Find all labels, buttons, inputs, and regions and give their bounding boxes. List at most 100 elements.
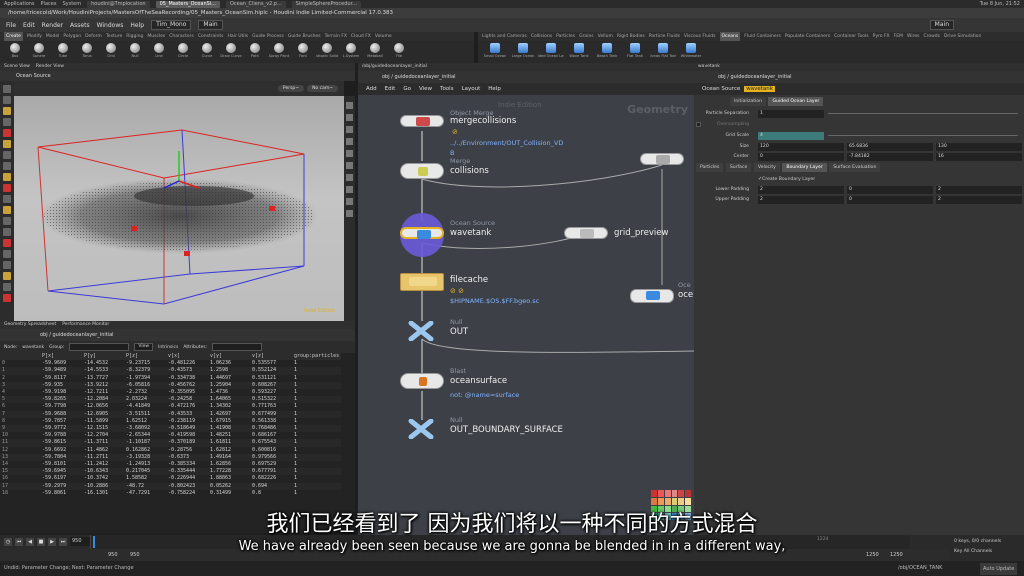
table-row[interactable]: 1 -59.9489 -14.5533 -8.32379 -0.43573 1.2598 0… bbox=[0, 367, 342, 375]
tab-guided-ocean-layer[interactable]: Guided Ocean Layer bbox=[768, 97, 824, 106]
tab-geometry-spreadsheet[interactable]: Geometry Spreadsheet bbox=[4, 321, 56, 329]
size-z-field[interactable]: 130 bbox=[936, 142, 1022, 151]
network-menu-layout[interactable]: Layout bbox=[462, 86, 481, 92]
shelf-tool[interactable]: Grid bbox=[100, 43, 122, 61]
node-name-field[interactable]: wavetank bbox=[744, 86, 775, 92]
tab-initialization[interactable]: Initialization bbox=[730, 97, 767, 106]
shelf-tool[interactable]: Spray Paint bbox=[268, 43, 290, 61]
table-row[interactable]: 11 -59.8615 -11.3711 -1.10187 -0.370189 1.618… bbox=[0, 439, 342, 447]
palette-swatch[interactable] bbox=[678, 490, 685, 497]
shelf-tool[interactable]: Whitewater bbox=[678, 43, 704, 61]
right-desktop-combo[interactable]: Main bbox=[929, 20, 954, 30]
tab-scene-view[interactable]: Scene View bbox=[4, 63, 30, 71]
shelf-tab[interactable]: Texture bbox=[106, 32, 122, 41]
background-icon[interactable] bbox=[346, 186, 353, 193]
table-row[interactable]: 12 -59.6692 -11.4862 0.162862 -0.28756 1.6281… bbox=[0, 447, 341, 454]
center-z-field[interactable]: 16 bbox=[936, 152, 1022, 161]
shelf-tool[interactable]: Sphere bbox=[28, 43, 50, 61]
viewport-right-toolbar[interactable] bbox=[344, 96, 355, 321]
column-header[interactable]: group:particles bbox=[292, 353, 342, 361]
network-menu-help[interactable]: Help bbox=[488, 86, 501, 92]
scale-tool-icon[interactable] bbox=[3, 118, 11, 126]
attributes-field[interactable] bbox=[212, 343, 263, 351]
table-row[interactable]: 2 -59.8117 -13.7727 -1.97394 -0.334738 1.4469… bbox=[0, 375, 341, 382]
shelf-tab[interactable]: Oceans bbox=[719, 32, 741, 41]
menu-help[interactable]: Help bbox=[130, 22, 144, 29]
table-row[interactable]: 6 -59.7798 -12.0656 -4.41849 -0.472176 1.3430… bbox=[0, 403, 341, 410]
rotate-tool-icon[interactable] bbox=[3, 107, 11, 115]
shelf-tab[interactable]: Hair Utils bbox=[228, 32, 249, 41]
shelf-tool[interactable]: Box bbox=[4, 43, 26, 61]
column-header[interactable]: P[y] bbox=[82, 353, 124, 361]
shelf-tool[interactable]: Flat Tank bbox=[622, 43, 648, 61]
table-row[interactable]: 3 -59.935 -13.9212 -6.05816 -0.456762 1.25904… bbox=[0, 381, 342, 390]
normals-icon[interactable] bbox=[346, 138, 353, 145]
shelf-tab[interactable]: Rigging bbox=[126, 32, 143, 41]
shelf-tab[interactable]: Lights and Cameras bbox=[482, 32, 527, 41]
network-editor[interactable]: Geometry Indie Edition Object Merge merg… bbox=[358, 95, 694, 535]
taskbar-item[interactable]: houdini@Tmplocation bbox=[87, 0, 150, 8]
column-header[interactable] bbox=[0, 353, 40, 361]
node-out[interactable] bbox=[408, 320, 434, 342]
shelf-tool[interactable]: Wave Tank bbox=[566, 43, 592, 61]
network-menu-tools[interactable]: Tools bbox=[440, 86, 454, 92]
handle-tool-icon[interactable] bbox=[3, 129, 11, 137]
menu-render[interactable]: Render bbox=[42, 22, 63, 29]
particle-separation-slider[interactable] bbox=[828, 113, 1018, 114]
shelf-tab[interactable]: Volume bbox=[375, 32, 392, 41]
shelf-tool[interactable]: Small Ocean bbox=[482, 43, 508, 61]
parameter-path[interactable]: obj / guidedoceanlayer_initial bbox=[694, 71, 1024, 83]
palette-swatch[interactable] bbox=[671, 490, 678, 497]
shelf-tab[interactable]: Grains bbox=[579, 32, 594, 41]
shelf-tab[interactable]: Collisions bbox=[531, 32, 552, 41]
vertices-icon[interactable] bbox=[3, 239, 11, 247]
desktop-combo[interactable]: Tim_Mono bbox=[151, 20, 192, 30]
tab-particles[interactable]: Particles bbox=[696, 163, 724, 172]
shelf-tool[interactable]: Large Ocean bbox=[510, 43, 536, 61]
lower-padding-y[interactable]: 0 bbox=[847, 185, 933, 194]
oversampling-checkbox[interactable] bbox=[696, 122, 701, 127]
ghost-icon[interactable] bbox=[346, 162, 353, 169]
palette-swatch[interactable] bbox=[657, 497, 664, 505]
intrinsics-toggle[interactable]: Intrinsics bbox=[158, 345, 178, 350]
spreadsheet-path[interactable]: obj / guidedoceanlayer_initial bbox=[0, 329, 355, 341]
shelf-tab[interactable]: Guide Process bbox=[252, 32, 284, 41]
shelf-tool[interactable]: Platonic Solids bbox=[316, 43, 338, 61]
shelf-tool[interactable]: Circle bbox=[172, 43, 194, 61]
shaded-icon[interactable] bbox=[346, 126, 353, 133]
group-field[interactable] bbox=[69, 343, 130, 351]
tab-surface[interactable]: Surface bbox=[725, 163, 752, 172]
viewport-left-toolbar[interactable] bbox=[0, 81, 14, 321]
node-filecache[interactable] bbox=[400, 273, 444, 291]
node-collisions[interactable] bbox=[400, 163, 444, 179]
shelf-tab[interactable]: Characters bbox=[169, 32, 194, 41]
shelf-tab[interactable]: Populate Containers bbox=[785, 32, 830, 41]
size-x-field[interactable]: 120 bbox=[758, 142, 844, 151]
table-row[interactable]: 17 -59.2979 -10.2886 -48.72 -0.802423 0.05262… bbox=[0, 482, 342, 490]
shelf-tool[interactable]: Draw Curve bbox=[220, 43, 242, 61]
column-header[interactable]: P[x] bbox=[40, 353, 82, 361]
upper-padding-y[interactable]: 0 bbox=[847, 195, 933, 204]
table-row[interactable]: 5 -59.8265 -12.2084 2.03224 -0.24258 1.64065 0… bbox=[0, 396, 342, 404]
tab-render-view[interactable]: Render View bbox=[36, 63, 64, 71]
shelf-tab[interactable]: Terrain FX bbox=[325, 32, 347, 41]
table-row[interactable]: 14 -59.8101 -11.2412 -1.24913 -0.385334 1.628… bbox=[0, 461, 341, 468]
network-menu-edit[interactable]: Edit bbox=[385, 86, 396, 92]
table-row[interactable]: 13 -59.7804 -11.2711 -3.19328 -0.6373 1.49164… bbox=[0, 453, 342, 462]
menu-file[interactable]: File bbox=[6, 22, 16, 29]
shelf-tab[interactable]: Fluid Containers bbox=[744, 32, 781, 41]
points-display-icon[interactable] bbox=[346, 150, 353, 157]
center-x-field[interactable]: 0 bbox=[758, 152, 844, 161]
select-tool-icon[interactable] bbox=[3, 85, 11, 93]
menu-assets[interactable]: Assets bbox=[70, 22, 90, 29]
grid-icon[interactable] bbox=[346, 210, 353, 217]
shelf-tool[interactable]: Font bbox=[292, 43, 314, 61]
build-combo[interactable]: Main bbox=[198, 20, 223, 30]
group-icon[interactable] bbox=[3, 250, 11, 258]
tab-network[interactable]: /obj/guidedoceanlayer_initial bbox=[362, 63, 427, 71]
table-row[interactable]: 15 -59.6945 -10.6343 0.217045 -0.335444 1.772… bbox=[0, 468, 342, 476]
checkbox-checked-icon[interactable]: ✓ bbox=[758, 175, 762, 184]
shelf-tab[interactable]: Cloud FX bbox=[351, 32, 371, 41]
camera-menu[interactable]: No cam~ bbox=[307, 85, 338, 92]
taskbar-item-active[interactable]: 05_Masters_OceanSi... bbox=[155, 0, 220, 8]
